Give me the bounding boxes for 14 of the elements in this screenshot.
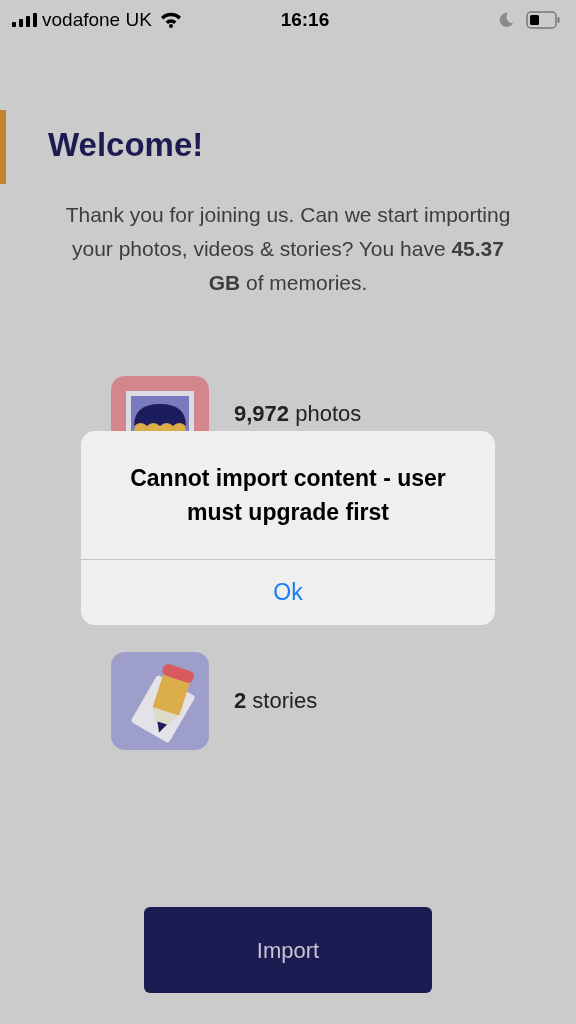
moon-icon xyxy=(498,12,514,28)
clock: 16:16 xyxy=(280,7,330,32)
alert-title: Cannot import content - user must upgrade first xyxy=(129,464,447,527)
item-label: 9,972 photos xyxy=(234,401,362,427)
item-label: 2 stories xyxy=(234,688,318,714)
pencil-icon xyxy=(111,652,209,750)
heading: Welcome! xyxy=(48,125,204,165)
signal-icon xyxy=(12,13,38,27)
battery-icon xyxy=(526,11,560,29)
import-button[interactable]: Import xyxy=(144,907,432,993)
carrier-name: vodafone UK xyxy=(42,7,152,32)
portrait-icon xyxy=(111,376,209,431)
intro-text: Thank you for joining us. Can we start importing your photos, videos & stories? You have 45.37 GB of memories. xyxy=(64,202,512,296)
wifi-icon xyxy=(159,12,182,28)
